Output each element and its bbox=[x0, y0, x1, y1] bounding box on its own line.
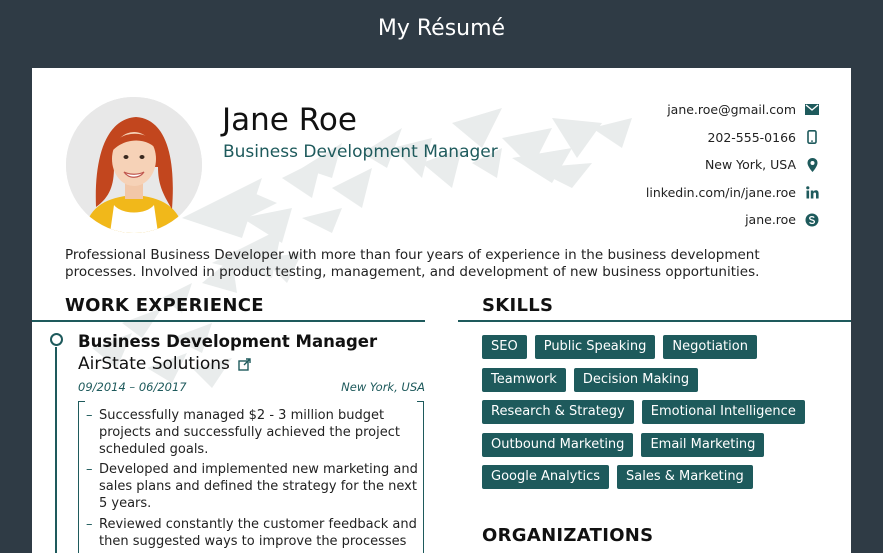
list-item-text: Reviewed constantly the customer feedbac… bbox=[99, 516, 417, 549]
job-company-name: AirState Solutions bbox=[78, 354, 230, 374]
contact-phone[interactable]: 202-555-0166 bbox=[646, 124, 819, 152]
skill-tag: Emotional Intelligence bbox=[641, 400, 805, 424]
job-title: Business Development Manager bbox=[78, 332, 378, 351]
external-link-icon[interactable] bbox=[238, 357, 251, 371]
location-pin-icon bbox=[805, 157, 819, 172]
contact-list: jane.roe@gmail.com 202-555-0166 New York… bbox=[646, 96, 819, 234]
dash-bullet-icon: – bbox=[86, 462, 93, 478]
list-item-text: Successfully managed $2 - 3 million budg… bbox=[99, 408, 400, 457]
skills-tag-list: SEO Public Speaking Negotiation Teamwork… bbox=[482, 335, 822, 489]
contact-linkedin[interactable]: linkedin.com/in/jane.roe bbox=[646, 179, 819, 207]
resume-page: Jane Roe Business Development Manager ja… bbox=[32, 68, 851, 553]
skill-tag: Google Analytics bbox=[482, 465, 610, 489]
skill-tag: Public Speaking bbox=[534, 335, 656, 359]
skill-tag: Teamwork bbox=[482, 367, 566, 392]
person-photo-icon bbox=[66, 97, 202, 233]
bullets-bracket-left bbox=[78, 401, 85, 553]
skill-tag: Sales & Marketing bbox=[617, 465, 753, 489]
skill-tag: Negotiation bbox=[663, 335, 757, 359]
contact-location-text: New York, USA bbox=[704, 157, 796, 173]
contact-email[interactable]: jane.roe@gmail.com bbox=[646, 96, 819, 124]
list-item-text: Developed and implemented new marketing … bbox=[99, 462, 418, 511]
contact-phone-text: 202-555-0166 bbox=[707, 129, 796, 145]
skills-heading: SKILLS bbox=[482, 295, 554, 316]
envelope-icon bbox=[805, 103, 819, 117]
job-location: New York, USA bbox=[341, 380, 425, 394]
contact-email-text: jane.roe@gmail.com bbox=[667, 102, 796, 118]
skill-tag: Research & Strategy bbox=[482, 400, 634, 424]
timeline-line bbox=[55, 347, 57, 553]
skill-tag: SEO bbox=[482, 335, 527, 359]
job-achievements-list: – Successfully managed $2 - 3 million bu… bbox=[86, 408, 421, 553]
work-experience-divider bbox=[32, 320, 425, 322]
work-experience-heading: WORK EXPERIENCE bbox=[65, 295, 264, 316]
job-company-link[interactable]: AirState Solutions bbox=[78, 354, 251, 374]
contact-location: New York, USA bbox=[646, 151, 819, 179]
skill-tag: Email Marketing bbox=[641, 432, 765, 457]
job-dates: 09/2014 – 06/2017 bbox=[78, 380, 187, 394]
list-item: – Successfully managed $2 - 3 million bu… bbox=[86, 408, 421, 458]
skills-divider bbox=[458, 320, 851, 322]
profile-photo bbox=[66, 97, 202, 233]
dash-bullet-icon: – bbox=[86, 408, 93, 423]
phone-icon bbox=[805, 130, 819, 145]
contact-linkedin-text: linkedin.com/in/jane.roe bbox=[645, 184, 796, 200]
candidate-name: Jane Roe bbox=[222, 102, 357, 138]
linkedin-icon bbox=[805, 185, 819, 199]
timeline-marker bbox=[50, 333, 63, 346]
dash-bullet-icon: – bbox=[86, 516, 93, 532]
app-header: My Résumé bbox=[0, 0, 883, 68]
list-item: – Developed and implemented new marketin… bbox=[86, 462, 421, 512]
list-item: – Reviewed constantly the customer feedb… bbox=[86, 517, 421, 551]
app-title: My Résumé bbox=[377, 15, 506, 41]
skill-tag: Decision Making bbox=[573, 367, 699, 392]
skype-icon bbox=[805, 213, 819, 227]
contact-skype[interactable]: jane.roe bbox=[646, 206, 819, 234]
contact-skype-text: jane.roe bbox=[745, 212, 796, 228]
professional-summary: Professional Business Developer with mor… bbox=[65, 247, 760, 280]
skill-tag: Outbound Marketing bbox=[482, 432, 634, 457]
organizations-heading: ORGANIZATIONS bbox=[482, 525, 654, 546]
candidate-role: Business Development Manager bbox=[223, 142, 498, 162]
